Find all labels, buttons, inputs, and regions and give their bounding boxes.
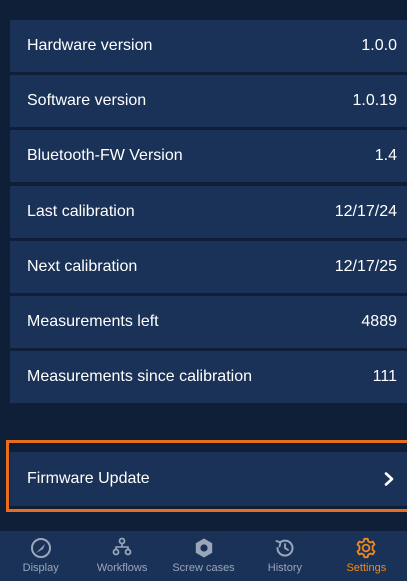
- info-label: Measurements left: [27, 313, 159, 330]
- info-value: 1.0.0: [361, 37, 397, 54]
- gauge-icon: [30, 537, 52, 559]
- chevron-right-icon: [381, 471, 397, 487]
- nav-item-screw-cases[interactable]: Screw cases: [163, 531, 244, 581]
- info-value: 111: [372, 368, 397, 385]
- info-label: Hardware version: [27, 37, 153, 54]
- workflow-icon: [111, 537, 133, 559]
- info-row-software-version: Software version 1.0.19: [10, 75, 407, 127]
- info-value: 4889: [361, 313, 397, 330]
- nav-label: History: [267, 562, 303, 574]
- info-value: 1.0.19: [352, 92, 397, 109]
- nav-item-display[interactable]: Display: [0, 531, 81, 581]
- nav-item-settings[interactable]: Settings: [326, 531, 407, 581]
- info-row-hardware-version: Hardware version 1.0.0: [10, 20, 407, 72]
- bottom-navigation: Display Workflows Screw cases History Se…: [0, 531, 407, 581]
- info-value: 12/17/25: [334, 258, 397, 275]
- info-row-last-calibration: Last calibration 12/17/24: [10, 186, 407, 238]
- info-label: Next calibration: [27, 258, 138, 275]
- nav-label: Settings: [346, 562, 387, 574]
- firmware-update-label: Firmware Update: [27, 470, 150, 487]
- history-icon: [274, 537, 296, 559]
- settings-screen: Hardware version 1.0.0 Software version …: [0, 0, 407, 581]
- nav-item-workflows[interactable]: Workflows: [81, 531, 162, 581]
- nav-label: Workflows: [96, 562, 148, 574]
- info-label: Software version: [27, 92, 147, 109]
- info-label: Last calibration: [27, 203, 135, 220]
- info-row-bluetooth-fw-version: Bluetooth-FW Version 1.4: [10, 130, 407, 182]
- nav-label: Screw cases: [172, 562, 235, 574]
- info-value: 12/17/24: [334, 203, 397, 220]
- info-label: Bluetooth-FW Version: [27, 147, 183, 164]
- info-value: 1.4: [374, 147, 397, 164]
- nav-label: Display: [22, 562, 59, 574]
- info-row-measurements-since-calibration: Measurements since calibration 111: [10, 351, 407, 403]
- gear-icon: [355, 537, 377, 559]
- info-label: Measurements since calibration: [27, 368, 252, 385]
- info-row-next-calibration: Next calibration 12/17/25: [10, 241, 407, 293]
- nav-item-history[interactable]: History: [244, 531, 325, 581]
- firmware-update-button[interactable]: Firmware Update: [10, 452, 407, 506]
- info-row-measurements-left: Measurements left 4889: [10, 296, 407, 348]
- hex-nut-icon: [193, 537, 215, 559]
